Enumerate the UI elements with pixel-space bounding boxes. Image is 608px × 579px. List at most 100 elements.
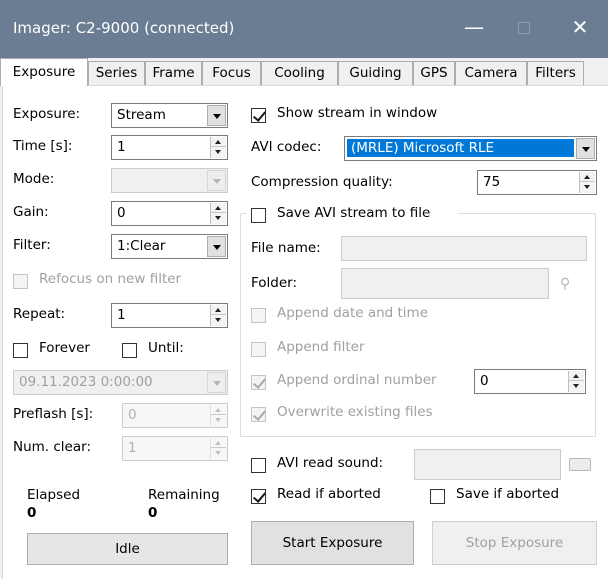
read-if-aborted-checkbox[interactable] bbox=[251, 489, 266, 504]
tab-frame[interactable]: Frame bbox=[145, 61, 202, 85]
append-ordinal-value: 0 bbox=[480, 373, 489, 389]
save-avi-checkbox[interactable] bbox=[251, 208, 266, 223]
tab-cooling[interactable]: Cooling bbox=[261, 61, 338, 85]
numclear-spinner: 1 bbox=[122, 436, 228, 461]
repeat-spinner[interactable]: 1 bbox=[111, 303, 228, 328]
mode-label: Mode: bbox=[13, 171, 55, 187]
until-label: Until: bbox=[148, 340, 184, 356]
gain-value: 0 bbox=[117, 205, 126, 221]
refocus-checkbox bbox=[13, 274, 28, 289]
filter-combo[interactable]: 1:Clear bbox=[111, 234, 228, 259]
minimize-button[interactable]: — bbox=[454, 12, 494, 42]
compression-spinner[interactable]: 75 bbox=[477, 170, 597, 195]
tab-camera[interactable]: Camera bbox=[455, 61, 527, 85]
spin-down-icon bbox=[211, 448, 226, 458]
chevron-down-icon bbox=[207, 236, 226, 257]
forever-label: Forever bbox=[39, 340, 90, 356]
spin-up-icon[interactable] bbox=[211, 203, 226, 213]
read-if-aborted-label: Read if aborted bbox=[277, 486, 381, 502]
append-filter-label: Append filter bbox=[277, 339, 365, 355]
maximize-icon bbox=[518, 22, 530, 34]
exposure-label: Exposure: bbox=[13, 106, 81, 122]
avi-read-sound-input bbox=[414, 449, 561, 480]
exposure-value: Stream bbox=[117, 107, 166, 123]
overwrite-label: Overwrite existing files bbox=[277, 404, 433, 420]
preflash-spinner: 0 bbox=[122, 403, 228, 428]
numclear-value: 1 bbox=[128, 440, 137, 456]
avi-read-sound-checkbox[interactable] bbox=[251, 458, 266, 473]
tab-focus[interactable]: Focus bbox=[202, 61, 261, 85]
tab-strip: Exposure Series Frame Focus Cooling Guid… bbox=[0, 58, 608, 86]
status-indicator: Idle bbox=[27, 533, 228, 565]
repeat-value: 1 bbox=[117, 307, 126, 323]
save-avi-label: Save AVI stream to file bbox=[277, 205, 431, 221]
folder-input bbox=[341, 268, 549, 299]
compression-value: 75 bbox=[483, 174, 501, 190]
until-checkbox[interactable] bbox=[122, 343, 137, 358]
file-name-label: File name: bbox=[251, 240, 321, 256]
tab-filters[interactable]: Filters bbox=[527, 61, 584, 85]
file-name-input bbox=[341, 236, 587, 261]
forever-checkbox[interactable] bbox=[13, 343, 28, 358]
preflash-value: 0 bbox=[128, 407, 137, 423]
repeat-label: Repeat: bbox=[13, 306, 66, 322]
avi-codec-value: (MRLE) Microsoft RLE bbox=[347, 139, 574, 157]
append-ordinal-label: Append ordinal number bbox=[277, 372, 437, 388]
tab-series[interactable]: Series bbox=[88, 61, 145, 85]
compression-label: Compression quality: bbox=[251, 174, 393, 190]
elapsed-value: 0 bbox=[27, 505, 37, 521]
append-date-label: Append date and time bbox=[277, 305, 429, 321]
spin-up-icon bbox=[211, 438, 226, 448]
refocus-label: Refocus on new filter bbox=[39, 271, 182, 287]
time-value: 1 bbox=[117, 139, 126, 155]
folder-browse-icon: ⚲ bbox=[560, 276, 571, 292]
show-stream-checkbox[interactable] bbox=[251, 108, 266, 123]
numclear-label: Num. clear: bbox=[13, 439, 92, 455]
minimize-icon: — bbox=[464, 15, 484, 39]
close-icon: ✕ bbox=[571, 15, 589, 39]
spin-up-icon[interactable] bbox=[211, 137, 226, 147]
exposure-combo[interactable]: Stream bbox=[111, 103, 228, 128]
time-spinner[interactable]: 1 bbox=[111, 135, 228, 160]
spin-down-icon[interactable] bbox=[211, 147, 226, 157]
chevron-down-icon bbox=[207, 372, 226, 393]
elapsed-label: Elapsed bbox=[27, 487, 81, 503]
start-exposure-button[interactable]: Start Exposure bbox=[251, 521, 414, 565]
append-ordinal-checkbox bbox=[251, 375, 266, 390]
folder-label: Folder: bbox=[251, 275, 298, 291]
close-button[interactable]: ✕ bbox=[560, 12, 600, 42]
maximize-button[interactable] bbox=[504, 12, 544, 42]
spin-down-icon[interactable] bbox=[211, 315, 226, 325]
remaining-value: 0 bbox=[148, 505, 158, 521]
overwrite-checkbox bbox=[251, 407, 266, 422]
append-ordinal-spinner[interactable]: 0 bbox=[474, 369, 586, 394]
mode-combo bbox=[111, 168, 228, 193]
chevron-down-icon bbox=[207, 105, 226, 126]
tab-exposure[interactable]: Exposure bbox=[0, 58, 88, 86]
stop-exposure-button[interactable]: Stop Exposure bbox=[432, 521, 597, 565]
gain-label: Gain: bbox=[13, 204, 49, 220]
tab-gps[interactable]: GPS bbox=[413, 61, 455, 85]
tab-guiding[interactable]: Guiding bbox=[338, 61, 413, 85]
spin-up-icon[interactable] bbox=[211, 305, 226, 315]
spin-down-icon[interactable] bbox=[580, 182, 595, 192]
remaining-label: Remaining bbox=[148, 487, 220, 503]
spin-down-icon bbox=[211, 415, 226, 425]
spin-up-icon[interactable] bbox=[580, 172, 595, 182]
save-if-aborted-label: Save if aborted bbox=[456, 486, 560, 502]
avi-codec-combo[interactable]: (MRLE) Microsoft RLE bbox=[344, 136, 597, 161]
spin-down-icon[interactable] bbox=[211, 213, 226, 223]
show-stream-label: Show stream in window bbox=[277, 105, 438, 121]
window-title: Imager: C2-9000 (connected) bbox=[13, 19, 235, 37]
chevron-down-icon bbox=[207, 170, 226, 191]
filter-label: Filter: bbox=[13, 237, 51, 253]
spin-down-icon[interactable] bbox=[569, 381, 584, 391]
folder-open-icon bbox=[569, 458, 591, 471]
save-if-aborted-checkbox[interactable] bbox=[430, 489, 445, 504]
until-datetime-value: 09.11.2023 0:00:00 bbox=[19, 374, 153, 390]
append-filter-checkbox bbox=[251, 342, 266, 357]
until-datetime-picker: 09.11.2023 0:00:00 bbox=[13, 370, 228, 395]
spin-up-icon[interactable] bbox=[569, 371, 584, 381]
avi-codec-label: AVI codec: bbox=[251, 139, 322, 155]
gain-spinner[interactable]: 0 bbox=[111, 201, 228, 226]
